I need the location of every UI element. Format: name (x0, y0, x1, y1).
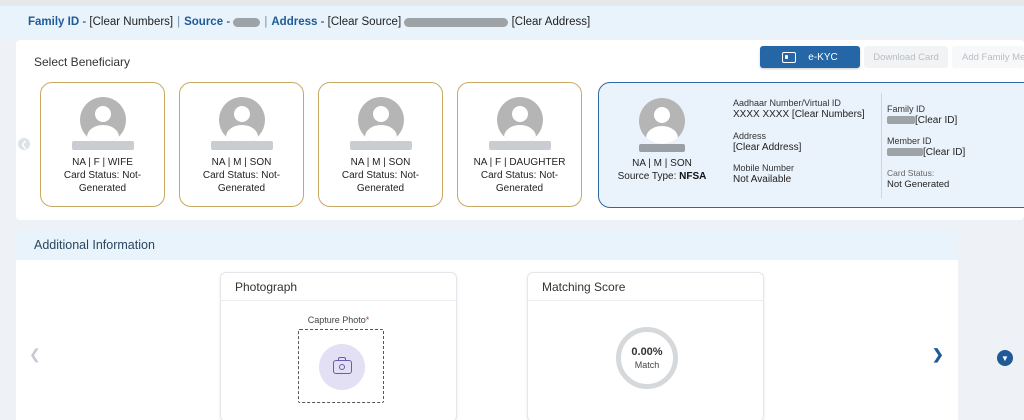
address-value-1: [Clear Source] (327, 16, 402, 28)
select-beneficiary-title: Select Beneficiary (34, 55, 131, 69)
ekyc-button[interactable]: e-KYC (760, 46, 860, 68)
name-redacted (489, 141, 551, 150)
family-id-redacted (887, 116, 915, 125)
name-redacted (350, 141, 412, 150)
match-label: Match (634, 360, 660, 370)
ekyc-label: e-KYC (808, 51, 838, 63)
family-id-value: [Clear Numbers] (89, 16, 174, 28)
member-relation: NA | M | SON (632, 158, 692, 169)
card-status-value: Not Generated (887, 179, 950, 190)
chevron-down-icon[interactable]: ▼ (997, 350, 1013, 366)
name-redacted (211, 141, 273, 150)
chevron-left-icon[interactable]: ❮ (18, 138, 30, 150)
chevron-left-icon[interactable]: ❮ (29, 346, 41, 363)
additional-information-panel: Additional Information ❮ Photograph Capt… (16, 230, 958, 420)
photograph-card: Photograph Capture Photo* (220, 272, 457, 420)
avatar-icon (219, 97, 265, 143)
aadhaar-label: Aadhaar Number/Virtual ID (733, 98, 841, 108)
address-label: Address (271, 16, 318, 28)
member-relation: NA | F | WIFE (72, 157, 133, 168)
address-label: Address (733, 131, 767, 141)
card-status: Card Status: Not- (480, 170, 559, 181)
camera-icon (333, 360, 352, 374)
selected-beneficiary-card[interactable]: NA | M | SON Source Type: NFSA Aadhaar N… (598, 82, 1024, 208)
beneficiary-card[interactable]: NA | M | SON Card Status: Not- Generated (318, 82, 443, 207)
card-status-value: Generated (217, 183, 266, 194)
source-type: Source Type: NFSA (617, 171, 707, 182)
capture-photo-label: Capture Photo (307, 315, 366, 325)
member-relation: NA | F | DAUGHTER (473, 157, 566, 168)
avatar-icon (358, 97, 404, 143)
card-status: Card Status: Not- (63, 170, 142, 181)
card-status: Card Status: Not- (341, 170, 420, 181)
select-beneficiary-panel: Select Beneficiary e-KYC Download Card A… (16, 40, 1024, 220)
name-redacted (72, 141, 134, 150)
card-status-value: Generated (495, 183, 544, 194)
idcard-icon (782, 51, 797, 63)
family-summary-bar: Family ID - [Clear Numbers] | Source - |… (0, 6, 1024, 38)
name-redacted (639, 144, 685, 152)
family-id-label: Family ID (887, 104, 925, 114)
additional-information-title: Additional Information (16, 230, 958, 260)
download-card-button[interactable]: Download Card (864, 46, 948, 68)
member-relation: NA | M | SON (211, 157, 272, 168)
card-status-value: Generated (356, 183, 405, 194)
beneficiary-card[interactable]: NA | M | SON Card Status: Not- Generated (179, 82, 304, 207)
member-id-value: [Clear ID] (923, 147, 966, 158)
capture-photo-button[interactable] (319, 344, 365, 390)
avatar-icon (80, 97, 126, 143)
photograph-title: Photograph (221, 273, 456, 301)
address-value-2: [Clear Address] (511, 16, 591, 28)
score-ring: 0.00% Match (616, 327, 678, 389)
member-relation: NA | M | SON (350, 157, 411, 168)
matching-score-card: Matching Score 0.00% Match (527, 272, 764, 420)
source-type-value: NFSA (679, 171, 707, 182)
family-id-value: [Clear ID] (915, 115, 958, 126)
chevron-right-icon[interactable]: ❯ (932, 346, 944, 363)
family-id-label: Family ID (28, 16, 80, 28)
mobile-value: Not Available (733, 174, 792, 185)
aadhaar-value: XXXX XXXX [Clear Numbers] (733, 109, 865, 120)
match-score-value: 0.00% (631, 346, 663, 358)
member-id-redacted (887, 148, 923, 157)
address-value: [Clear Address] (733, 142, 802, 153)
source-redacted (233, 17, 261, 27)
member-ids: Family ID [Clear ID] Member ID [Clear ID… (881, 93, 1011, 198)
member-id-label: Member ID (887, 136, 932, 146)
mobile-label: Mobile Number (733, 163, 795, 173)
beneficiary-card[interactable]: NA | F | DAUGHTER Card Status: Not- Gene… (457, 82, 582, 207)
avatar-icon (639, 98, 685, 144)
avatar-icon (497, 97, 543, 143)
beneficiary-card[interactable]: NA | F | WIFE Card Status: Not- Generate… (40, 82, 165, 207)
source-label: Source (184, 16, 224, 28)
add-family-member-button[interactable]: Add Family Mem (952, 46, 1024, 68)
capture-photo-dropzone[interactable] (298, 329, 384, 403)
card-status-value: Generated (78, 183, 127, 194)
card-status-label: Card Status: (887, 168, 935, 178)
matching-score-title: Matching Score (528, 273, 763, 301)
address-redacted (404, 17, 509, 27)
member-details: Aadhaar Number/Virtual ID XXXX XXXX [Cle… (733, 97, 883, 186)
card-status: Card Status: Not- (202, 170, 281, 181)
required-mark: * (365, 315, 370, 325)
